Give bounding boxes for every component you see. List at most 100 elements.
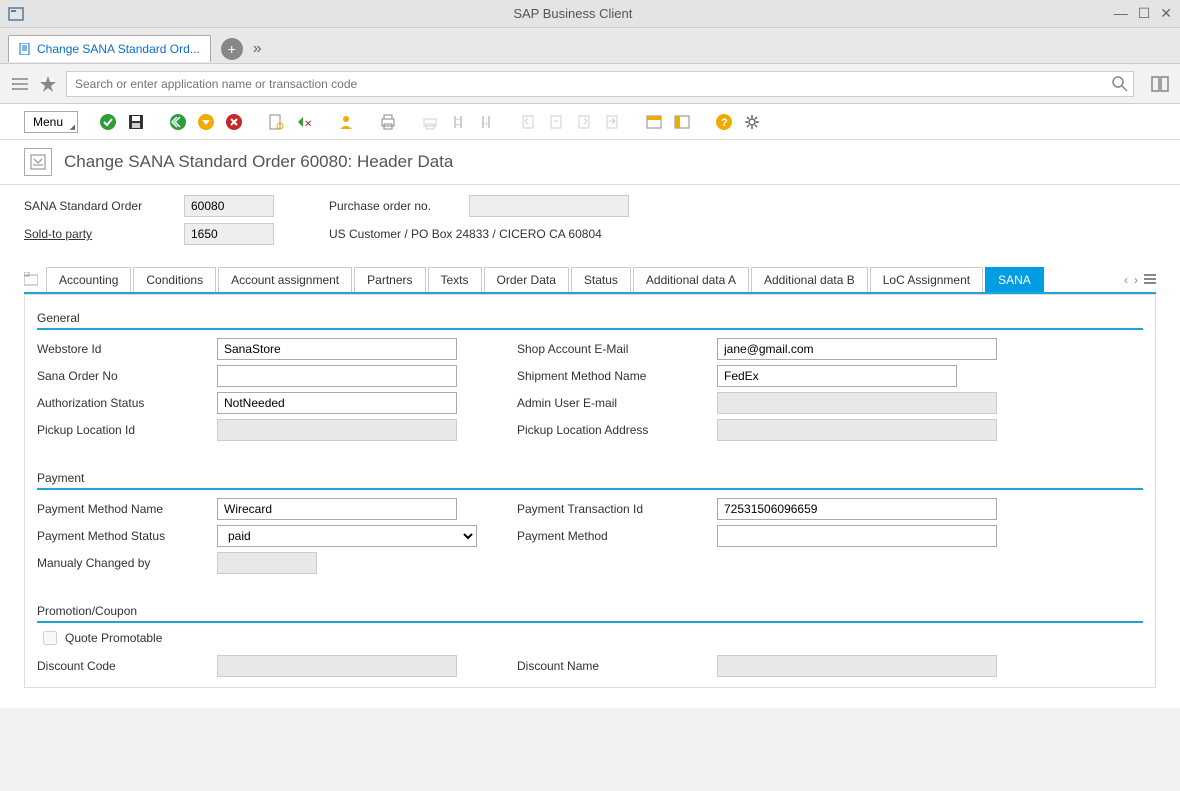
header-toggle-icon[interactable] <box>24 148 52 176</box>
layout2-icon[interactable] <box>673 113 691 131</box>
tab-overflow-button[interactable]: » <box>253 40 262 58</box>
order-number-input[interactable] <box>184 195 274 217</box>
order-type-label: SANA Standard Order <box>24 199 184 213</box>
back-icon[interactable] <box>169 113 187 131</box>
sana-order-input[interactable] <box>217 365 457 387</box>
tab-account-assignment[interactable]: Account assignment <box>218 267 352 292</box>
pickup-id-label: Pickup Location Id <box>37 423 217 437</box>
tab-additional-b[interactable]: Additional data B <box>751 267 868 292</box>
tab-sana[interactable]: SANA <box>985 267 1044 292</box>
save-icon[interactable] <box>127 113 145 131</box>
menu-button[interactable]: Menu <box>24 111 78 133</box>
po-label: Purchase order no. <box>329 199 469 213</box>
settings-icon[interactable] <box>743 113 761 131</box>
svg-text:+: + <box>484 119 489 128</box>
pickup-addr-input <box>717 419 997 441</box>
sana-order-label: Sana Order No <box>37 369 217 383</box>
tab-prev-icon[interactable]: ‹ <box>1124 273 1128 287</box>
soldto-label[interactable]: Sold-to party <box>24 227 184 241</box>
tab-order-data[interactable]: Order Data <box>484 267 569 292</box>
next-page-icon[interactable] <box>575 113 593 131</box>
shop-email-label: Shop Account E-Mail <box>517 342 717 356</box>
search-icon[interactable] <box>1112 76 1128 92</box>
soldto-input[interactable] <box>184 223 274 245</box>
section-promo: Promotion/Coupon Quote Promotable Discou… <box>37 604 1143 677</box>
accept-icon[interactable] <box>99 113 117 131</box>
quote-promotable-label: Quote Promotable <box>65 631 162 645</box>
tab-texts[interactable]: Texts <box>428 267 482 292</box>
minimize-button[interactable]: — <box>1114 5 1128 22</box>
tab-partners[interactable]: Partners <box>354 267 425 292</box>
svg-text:✕: ✕ <box>304 119 312 130</box>
titlebar: SAP Business Client — ☐ ✕ <box>0 0 1180 28</box>
window-title: SAP Business Client <box>32 6 1114 21</box>
exit-icon[interactable] <box>197 113 215 131</box>
soldto-text: US Customer / PO Box 24833 / CICERO CA 6… <box>329 227 602 241</box>
payment-transaction-label: Payment Transaction Id <box>517 502 717 516</box>
section-title-general: General <box>37 311 1143 330</box>
tab-sheet-icon <box>24 272 40 288</box>
changed-by-label: Manualy Changed by <box>37 556 217 570</box>
list-icon[interactable] <box>10 74 30 94</box>
layout1-icon[interactable] <box>645 113 663 131</box>
admin-email-label: Admin User E-mail <box>517 396 717 410</box>
reject-icon[interactable]: ✕ <box>295 113 313 131</box>
close-button[interactable]: ✕ <box>1160 5 1172 22</box>
section-title-payment: Payment <box>37 471 1143 490</box>
split-view-icon[interactable] <box>1150 74 1170 94</box>
print-icon[interactable] <box>379 113 397 131</box>
tab-accounting[interactable]: Accounting <box>46 267 131 292</box>
document-icon <box>19 43 31 55</box>
auth-label: Authorization Status <box>37 396 217 410</box>
tab-loc-assignment[interactable]: LoC Assignment <box>870 267 983 292</box>
page-title: Change SANA Standard Order 60080: Header… <box>64 152 453 172</box>
payment-status-label: Payment Method Status <box>37 529 217 543</box>
search-input[interactable] <box>66 71 1134 97</box>
find-next-icon[interactable]: + <box>477 113 495 131</box>
payment-method-name-input[interactable] <box>217 498 457 520</box>
payment-transaction-input[interactable] <box>717 498 997 520</box>
webstore-input[interactable] <box>217 338 457 360</box>
print-preview-icon[interactable] <box>421 113 439 131</box>
help-icon[interactable]: ? <box>715 113 733 131</box>
document-tab[interactable]: Change SANA Standard Ord... <box>8 35 211 62</box>
payment-method-input[interactable] <box>717 525 997 547</box>
discount-name-input <box>717 655 997 677</box>
tab-panel: General Webstore Id Shop Account E-Mail … <box>24 294 1156 688</box>
document-display-icon[interactable] <box>267 113 285 131</box>
tab-conditions[interactable]: Conditions <box>133 267 216 292</box>
page-header: Change SANA Standard Order 60080: Header… <box>0 140 1180 185</box>
find-icon[interactable] <box>449 113 467 131</box>
pickup-id-input <box>217 419 457 441</box>
cancel-icon[interactable] <box>225 113 243 131</box>
tab-additional-a[interactable]: Additional data A <box>633 267 749 292</box>
document-tabbar: Change SANA Standard Ord... + » <box>0 28 1180 64</box>
first-page-icon[interactable] <box>519 113 537 131</box>
section-payment: Payment Payment Method Name Payment Tran… <box>37 471 1143 574</box>
toolbar: Menu ✕ + ? <box>0 104 1180 140</box>
discount-code-input <box>217 655 457 677</box>
favorite-icon[interactable] <box>38 74 58 94</box>
maximize-button[interactable]: ☐ <box>1138 5 1151 22</box>
shop-email-input[interactable] <box>717 338 997 360</box>
webstore-label: Webstore Id <box>37 342 217 356</box>
prev-page-icon[interactable] <box>547 113 565 131</box>
payment-status-select[interactable]: paid <box>217 525 477 547</box>
po-input[interactable] <box>469 195 629 217</box>
tab-next-icon[interactable]: › <box>1134 273 1138 287</box>
document-tab-label: Change SANA Standard Ord... <box>37 42 200 56</box>
admin-email-input <box>717 392 997 414</box>
section-title-promo: Promotion/Coupon <box>37 604 1143 623</box>
pickup-addr-label: Pickup Location Address <box>517 423 717 437</box>
data-tabs: Accounting Conditions Account assignment… <box>24 267 1156 294</box>
last-page-icon[interactable] <box>603 113 621 131</box>
svg-text:?: ? <box>721 117 728 129</box>
tab-status[interactable]: Status <box>571 267 631 292</box>
discount-code-label: Discount Code <box>37 659 217 673</box>
user-icon[interactable] <box>337 113 355 131</box>
tab-list-icon[interactable] <box>1144 273 1156 287</box>
shipment-input[interactable] <box>717 365 957 387</box>
auth-input[interactable] <box>217 392 457 414</box>
quote-promotable-checkbox <box>43 631 57 645</box>
new-tab-button[interactable]: + <box>221 38 243 60</box>
